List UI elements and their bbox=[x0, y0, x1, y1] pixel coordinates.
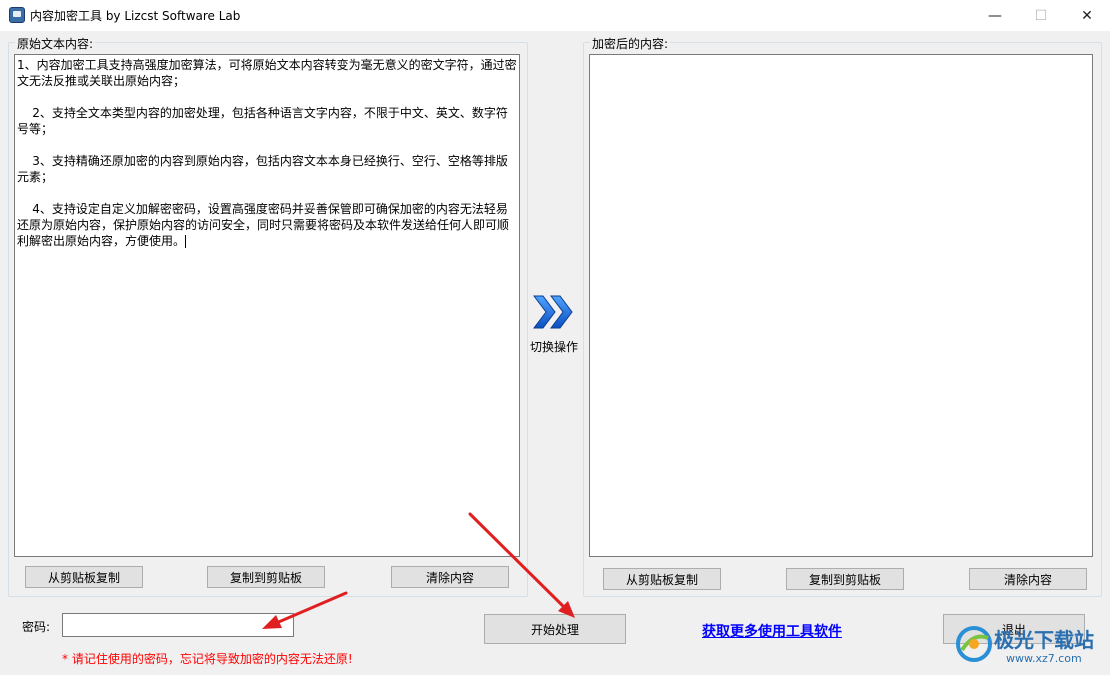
annotation-arrows bbox=[262, 512, 575, 629]
arrow-to-start bbox=[468, 512, 575, 618]
watermark-url: www.xz7.com bbox=[1006, 652, 1082, 665]
watermark-name: 极光下载站 bbox=[994, 628, 1094, 652]
watermark-logo-icon bbox=[956, 626, 992, 662]
arrow-to-password bbox=[262, 591, 348, 629]
watermark: 极光下载站 www.xz7.com bbox=[954, 622, 1104, 672]
